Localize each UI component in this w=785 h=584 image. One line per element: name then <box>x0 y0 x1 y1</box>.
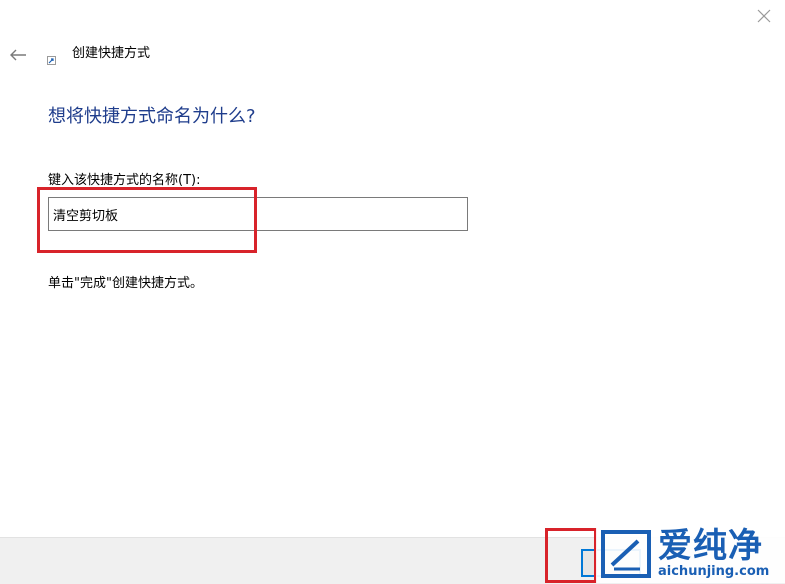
back-button[interactable] <box>6 44 30 66</box>
shortcut-icon <box>47 56 56 65</box>
watermark: 爱纯净 aichunjing.com <box>596 526 785 583</box>
brand-logo-icon <box>601 530 651 578</box>
window-title: 创建快捷方式 <box>72 46 151 61</box>
page-heading: 想将快捷方式命名为什么? <box>48 106 256 127</box>
watermark-brand: 爱纯净 <box>658 526 763 566</box>
watermark-url: aichunjing.com <box>658 564 770 579</box>
close-button[interactable] <box>748 2 780 30</box>
close-icon <box>757 9 771 23</box>
arrow-left-icon <box>10 49 26 61</box>
shortcut-name-label: 键入该快捷方式的名称(T): <box>48 173 201 188</box>
shortcut-name-input[interactable] <box>48 197 468 231</box>
finish-hint-text: 单击"完成"创建快捷方式。 <box>48 276 203 291</box>
